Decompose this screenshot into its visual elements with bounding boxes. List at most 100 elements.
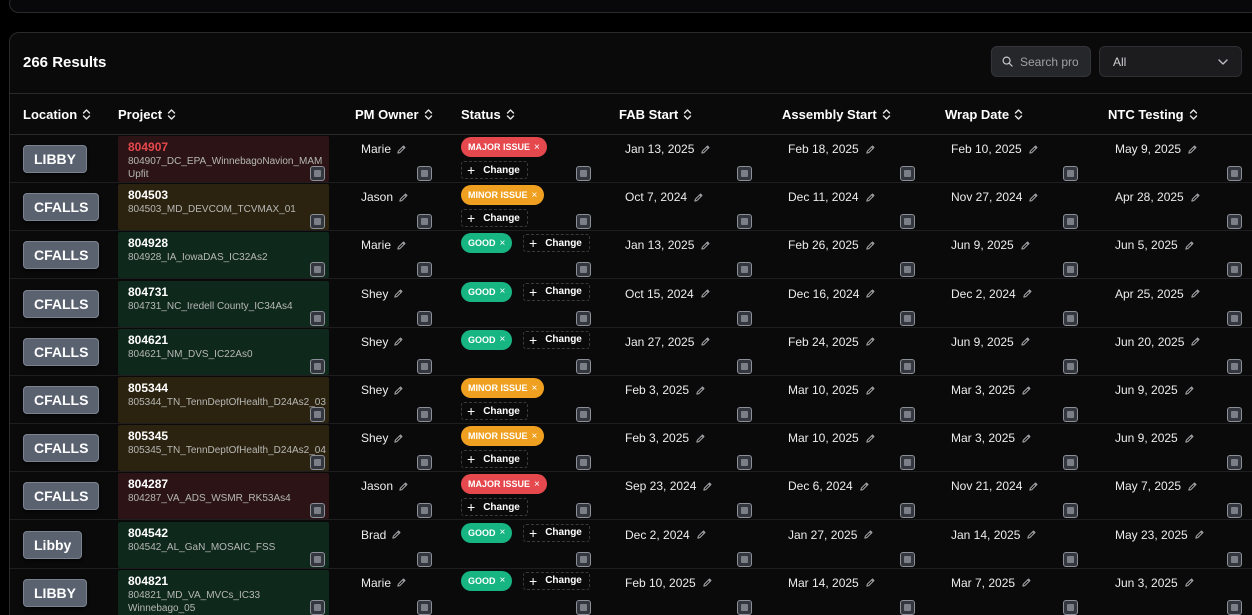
row-checkbox[interactable] bbox=[737, 214, 752, 230]
project-cell[interactable]: 804503 804503_MD_DEVCOM_TCVMAX_01 bbox=[118, 184, 329, 231]
pencil-icon[interactable] bbox=[859, 481, 870, 492]
row-checkbox[interactable] bbox=[737, 310, 752, 326]
pencil-icon[interactable] bbox=[1021, 385, 1032, 396]
row-checkbox[interactable] bbox=[417, 407, 432, 422]
row-checkbox[interactable] bbox=[1063, 455, 1078, 471]
pencil-icon[interactable] bbox=[865, 577, 876, 588]
row-checkbox[interactable] bbox=[900, 166, 915, 181]
row-checkbox[interactable] bbox=[576, 262, 591, 278]
row-checkbox[interactable] bbox=[310, 599, 325, 615]
pencil-icon[interactable] bbox=[396, 577, 407, 588]
pencil-icon[interactable] bbox=[1194, 529, 1205, 540]
row-checkbox[interactable] bbox=[417, 214, 432, 230]
project-cell[interactable]: 805344 805344_TN_TennDeptOfHealth_D24As2_… bbox=[118, 377, 329, 423]
row-checkbox[interactable] bbox=[1227, 166, 1242, 181]
project-cell[interactable]: 804928 804928_IA_IowaDAS_IC32As2 bbox=[118, 232, 329, 279]
remove-status-icon[interactable]: × bbox=[532, 190, 538, 201]
change-status-button[interactable]: + Change bbox=[523, 330, 590, 349]
row-checkbox[interactable] bbox=[737, 599, 752, 615]
pencil-icon[interactable] bbox=[1184, 577, 1195, 588]
row-checkbox[interactable] bbox=[1227, 310, 1242, 326]
location-button[interactable]: CFALLS bbox=[23, 434, 100, 463]
pencil-icon[interactable] bbox=[1021, 577, 1032, 588]
location-button[interactable]: CFALLS bbox=[23, 386, 100, 414]
remove-status-icon[interactable]: × bbox=[500, 238, 506, 249]
location-button[interactable]: CFALLS bbox=[23, 482, 100, 511]
remove-status-icon[interactable]: × bbox=[532, 431, 538, 442]
pencil-icon[interactable] bbox=[865, 433, 876, 444]
row-checkbox[interactable] bbox=[310, 358, 325, 374]
pencil-icon[interactable] bbox=[1187, 144, 1198, 155]
row-checkbox[interactable] bbox=[1227, 407, 1242, 422]
row-checkbox[interactable] bbox=[310, 214, 325, 230]
pencil-icon[interactable] bbox=[398, 192, 409, 203]
column-header-location[interactable]: Location bbox=[23, 107, 91, 122]
row-checkbox[interactable] bbox=[417, 358, 432, 374]
pencil-icon[interactable] bbox=[391, 529, 402, 540]
row-checkbox[interactable] bbox=[310, 551, 325, 567]
pencil-icon[interactable] bbox=[1190, 288, 1201, 299]
row-checkbox[interactable] bbox=[737, 166, 752, 181]
row-checkbox[interactable] bbox=[310, 407, 325, 422]
location-button[interactable]: CFALLS bbox=[23, 337, 100, 366]
row-checkbox[interactable] bbox=[310, 262, 325, 278]
row-checkbox[interactable] bbox=[1227, 214, 1242, 230]
project-cell[interactable]: 804907 804907_DC_EPA_WinnebagoNavion_MAM … bbox=[118, 136, 329, 182]
row-checkbox[interactable] bbox=[1063, 358, 1078, 374]
row-checkbox[interactable] bbox=[737, 455, 752, 471]
remove-status-icon[interactable]: × bbox=[532, 383, 538, 394]
row-checkbox[interactable] bbox=[1227, 551, 1242, 567]
pencil-icon[interactable] bbox=[1022, 288, 1033, 299]
change-status-button[interactable]: + Change bbox=[523, 282, 590, 301]
pencil-icon[interactable] bbox=[865, 288, 876, 299]
row-checkbox[interactable] bbox=[310, 503, 325, 519]
remove-status-icon[interactable]: × bbox=[500, 527, 506, 538]
column-header-ntc-testing[interactable]: NTC Testing bbox=[1108, 107, 1198, 122]
row-checkbox[interactable] bbox=[1227, 455, 1242, 471]
row-checkbox[interactable] bbox=[1063, 310, 1078, 326]
row-checkbox[interactable] bbox=[1063, 551, 1078, 567]
pencil-icon[interactable] bbox=[695, 385, 706, 396]
pencil-icon[interactable] bbox=[393, 336, 404, 347]
row-checkbox[interactable] bbox=[576, 214, 591, 230]
pencil-icon[interactable] bbox=[393, 385, 404, 396]
pencil-icon[interactable] bbox=[396, 240, 407, 251]
change-status-button[interactable]: + Change bbox=[461, 209, 528, 228]
pencil-icon[interactable] bbox=[700, 144, 711, 155]
pencil-icon[interactable] bbox=[865, 144, 876, 155]
row-checkbox[interactable] bbox=[576, 310, 591, 326]
row-checkbox[interactable] bbox=[900, 407, 915, 422]
row-checkbox[interactable] bbox=[900, 551, 915, 567]
pencil-icon[interactable] bbox=[1187, 481, 1198, 492]
row-checkbox[interactable] bbox=[310, 455, 325, 471]
pencil-icon[interactable] bbox=[1184, 385, 1195, 396]
pencil-icon[interactable] bbox=[700, 288, 711, 299]
row-checkbox[interactable] bbox=[417, 599, 432, 615]
row-checkbox[interactable] bbox=[1227, 599, 1242, 615]
pencil-icon[interactable] bbox=[1184, 433, 1195, 444]
change-status-button[interactable]: + Change bbox=[523, 571, 590, 590]
remove-status-icon[interactable]: × bbox=[534, 142, 540, 153]
remove-status-icon[interactable]: × bbox=[500, 575, 506, 586]
row-checkbox[interactable] bbox=[576, 407, 591, 422]
row-checkbox[interactable] bbox=[1063, 503, 1078, 519]
row-checkbox[interactable] bbox=[900, 503, 915, 519]
row-checkbox[interactable] bbox=[576, 551, 591, 567]
row-checkbox[interactable] bbox=[1063, 599, 1078, 615]
pencil-icon[interactable] bbox=[700, 240, 711, 251]
row-checkbox[interactable] bbox=[1227, 358, 1242, 374]
remove-status-icon[interactable]: × bbox=[534, 479, 540, 490]
pencil-icon[interactable] bbox=[1028, 144, 1039, 155]
pencil-icon[interactable] bbox=[1021, 433, 1032, 444]
pencil-icon[interactable] bbox=[863, 529, 874, 540]
pencil-icon[interactable] bbox=[700, 336, 711, 347]
pencil-icon[interactable] bbox=[396, 144, 407, 155]
pencil-icon[interactable] bbox=[702, 481, 713, 492]
pencil-icon[interactable] bbox=[1190, 336, 1201, 347]
project-cell[interactable]: 804621 804621_NM_DVS_IC22As0 bbox=[118, 328, 329, 375]
row-checkbox[interactable] bbox=[417, 551, 432, 567]
project-cell[interactable]: 804287 804287_VA_ADS_WSMR_RK53As4 bbox=[118, 473, 329, 520]
column-header-project[interactable]: Project bbox=[118, 107, 176, 122]
pencil-icon[interactable] bbox=[1028, 192, 1039, 203]
pencil-icon[interactable] bbox=[702, 577, 713, 588]
